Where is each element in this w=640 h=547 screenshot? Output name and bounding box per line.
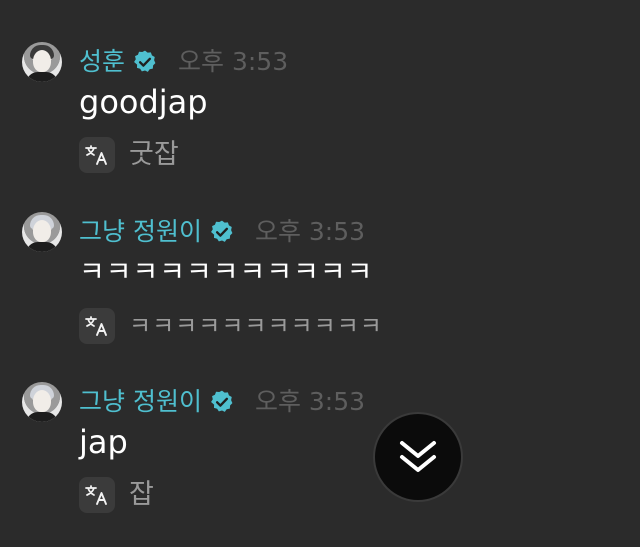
- avatar[interactable]: [22, 212, 62, 252]
- translation-text: 굿잡: [129, 139, 179, 170]
- verified-badge-icon: [211, 220, 233, 242]
- chevron-double-down-icon: [400, 441, 436, 472]
- avatar-shirt: [26, 412, 58, 422]
- translation-text: ㅋㅋㅋㅋㅋㅋㅋㅋㅋㅋㅋ: [129, 312, 383, 340]
- avatar-shirt: [26, 242, 58, 252]
- message-header: 성훈 오후 3:53: [79, 47, 288, 77]
- avatar[interactable]: [22, 382, 62, 422]
- message-text: jap: [79, 423, 128, 461]
- translation-row: 잡: [79, 477, 154, 513]
- chat-message: 그냥 정원이 오후 3:53 ㅋㅋㅋㅋㅋㅋㅋㅋㅋㅋㅋ ㅋㅋㅋㅋㅋㅋㅋㅋㅋㅋㅋ: [0, 212, 640, 347]
- scroll-to-bottom-button[interactable]: [373, 412, 463, 502]
- translate-icon[interactable]: [79, 477, 115, 513]
- chat-message: 성훈 오후 3:53 goodjap 굿잡: [0, 42, 640, 177]
- message-time: 오후 3:53: [254, 387, 366, 416]
- translation-row: ㅋㅋㅋㅋㅋㅋㅋㅋㅋㅋㅋ: [79, 308, 383, 344]
- avatar[interactable]: [22, 42, 62, 82]
- author-name[interactable]: 그냥 정원이: [79, 217, 202, 247]
- translate-icon[interactable]: [79, 308, 115, 344]
- message-text: ㅋㅋㅋㅋㅋㅋㅋㅋㅋㅋㅋ: [79, 255, 374, 288]
- avatar-shirt: [26, 72, 58, 82]
- verified-badge-icon: [211, 390, 233, 412]
- message-time: 오후 3:53: [254, 217, 366, 246]
- avatar-face: [33, 220, 51, 242]
- avatar-face: [33, 50, 51, 72]
- verified-badge-icon: [134, 50, 156, 72]
- message-text: goodjap: [79, 83, 208, 121]
- translation-row: 굿잡: [79, 137, 179, 173]
- chat-message: 그냥 정원이 오후 3:53 jap 잡: [0, 382, 640, 517]
- chat-view: 성훈 오후 3:53 goodjap 굿잡 그냥 정원이 오후 3:53 ㅋㅋㅋ…: [0, 0, 640, 547]
- translate-glyph: [85, 485, 107, 505]
- translation-text: 잡: [129, 479, 154, 510]
- avatar-face: [33, 390, 51, 412]
- translate-icon[interactable]: [79, 137, 115, 173]
- message-header: 그냥 정원이 오후 3:53: [79, 387, 365, 417]
- author-name[interactable]: 그냥 정원이: [79, 387, 202, 417]
- message-time: 오후 3:53: [178, 47, 289, 76]
- message-header: 그냥 정원이 오후 3:53: [79, 217, 365, 247]
- translate-glyph: [85, 316, 107, 336]
- translate-glyph: [85, 145, 107, 165]
- author-name[interactable]: 성훈: [79, 47, 125, 77]
